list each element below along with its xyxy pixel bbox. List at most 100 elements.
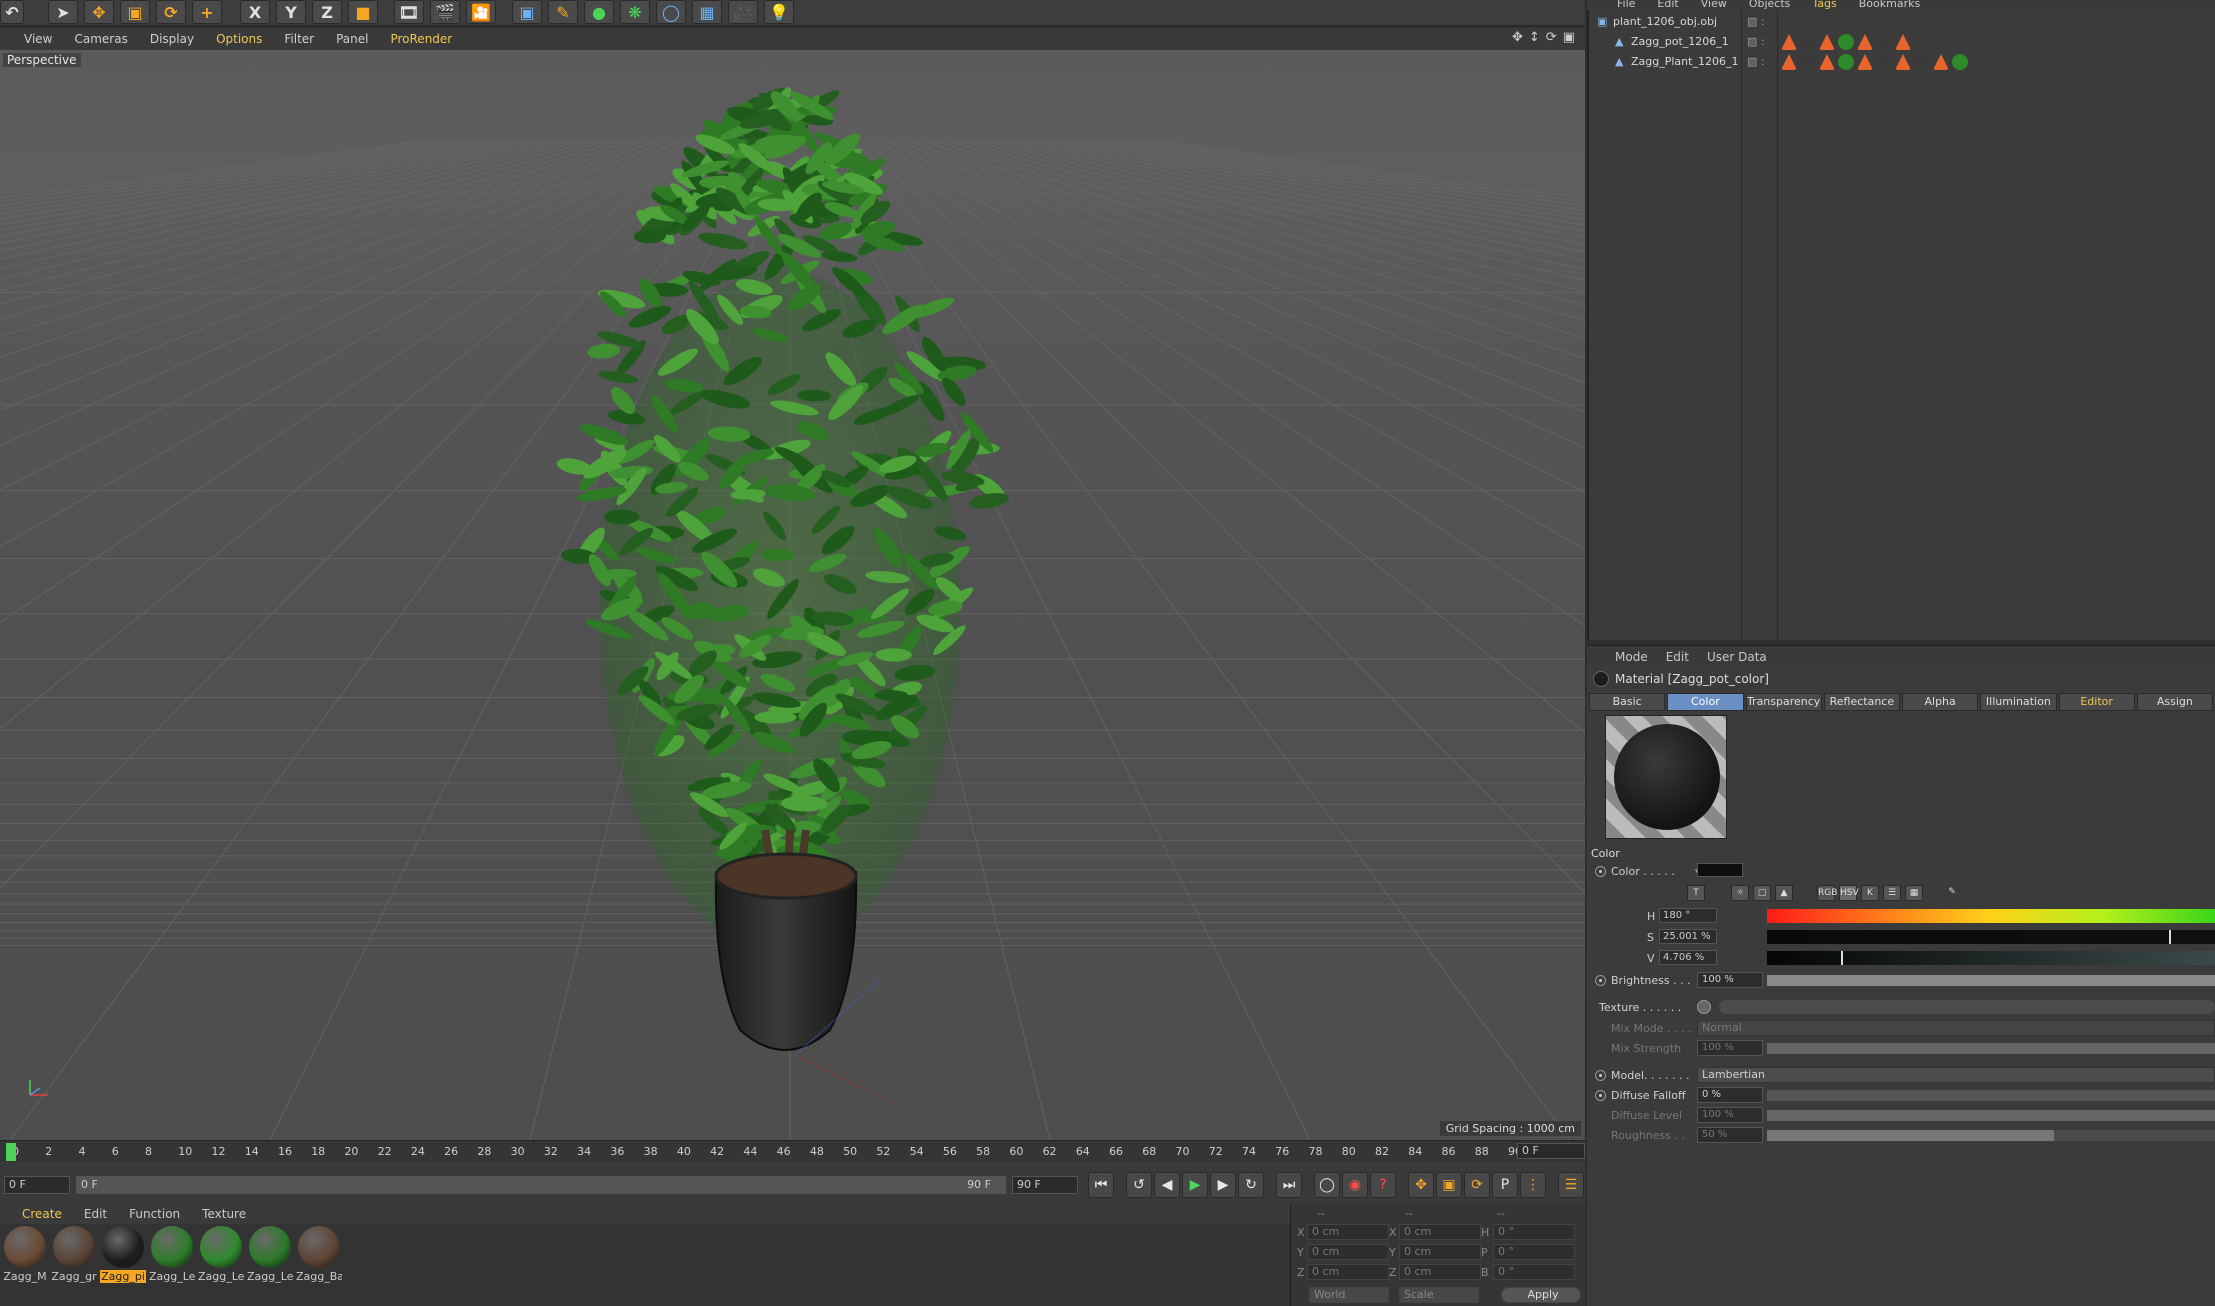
value-slider[interactable]: [1767, 951, 2215, 965]
add-icon[interactable]: +: [192, 0, 222, 24]
saturation-slider[interactable]: [1767, 930, 2215, 944]
coord-system-icon[interactable]: ■: [348, 0, 378, 24]
texture-slot[interactable]: [1719, 1000, 2215, 1014]
rotate-icon[interactable]: ⟳: [156, 0, 186, 24]
menu-mode[interactable]: Mode: [1615, 650, 1648, 664]
diffuse-falloff-field[interactable]: 0 %: [1697, 1087, 1763, 1103]
menu-file[interactable]: File: [1617, 0, 1635, 10]
y-axis-button[interactable]: Y: [276, 0, 306, 24]
zoom-icon[interactable]: ↕: [1529, 30, 1540, 45]
play-icon[interactable]: ▶: [1182, 1172, 1208, 1198]
color-swatch[interactable]: [1697, 863, 1743, 877]
material-tag-icon[interactable]: [1838, 54, 1854, 70]
material-item[interactable]: Zagg_Le: [247, 1226, 293, 1283]
menu-texture[interactable]: Texture: [202, 1207, 246, 1221]
render-settings-icon[interactable]: 🎦: [466, 0, 496, 24]
tab-transparency[interactable]: Transparency: [1745, 693, 1822, 711]
value-field[interactable]: 4.706 %: [1659, 950, 1717, 965]
color-wheel-icon[interactable]: ☼: [1731, 885, 1749, 901]
brightness-slider[interactable]: [1767, 975, 2215, 986]
material-tag-icon[interactable]: [1838, 34, 1854, 50]
rotation-field[interactable]: 0 °: [1493, 1224, 1575, 1240]
texture-icon[interactable]: T: [1687, 885, 1705, 901]
menu-objects[interactable]: Objects: [1749, 0, 1791, 10]
phong-tag-icon[interactable]: [1895, 54, 1911, 70]
rotation-field[interactable]: 0 °: [1493, 1244, 1575, 1260]
menu-panel[interactable]: Panel: [336, 32, 368, 46]
mix-strength-field[interactable]: 100 %: [1697, 1040, 1763, 1056]
deformer-icon[interactable]: ◯: [656, 0, 686, 24]
key-position-icon[interactable]: ✥: [1408, 1172, 1434, 1198]
eyedropper-icon[interactable]: ✎: [1943, 885, 1961, 901]
menu-user-data[interactable]: User Data: [1707, 650, 1767, 664]
preview-range-slider[interactable]: 0 F 90 F: [76, 1176, 1006, 1194]
key-rotation-icon[interactable]: ⟳: [1464, 1172, 1490, 1198]
animate-icon[interactable]: [1595, 1070, 1606, 1081]
move-icon[interactable]: ✥: [84, 0, 114, 24]
position-field[interactable]: 0 cm: [1307, 1264, 1389, 1280]
pan-icon[interactable]: ✥: [1512, 30, 1523, 45]
phong-tag-icon[interactable]: [1895, 34, 1911, 50]
picture-icon[interactable]: ▲: [1775, 885, 1793, 901]
menu-display[interactable]: Display: [150, 32, 194, 46]
roughness-slider[interactable]: [1767, 1130, 2215, 1141]
phong-tag-icon[interactable]: [1857, 54, 1873, 70]
prev-key-icon[interactable]: ↺: [1126, 1172, 1152, 1198]
select-icon[interactable]: ➤: [48, 0, 78, 24]
diffuse-level-field[interactable]: 100 %: [1697, 1107, 1763, 1123]
animate-icon[interactable]: [1595, 975, 1606, 986]
menu-view[interactable]: View: [24, 32, 52, 46]
keyframe-selection-icon[interactable]: ?: [1370, 1172, 1396, 1198]
next-frame-icon[interactable]: ▶: [1210, 1172, 1236, 1198]
animate-icon[interactable]: [1595, 1090, 1606, 1101]
render-view-icon[interactable]: 🎞: [394, 0, 424, 24]
phong-tag-icon[interactable]: [1819, 54, 1835, 70]
menu-view[interactable]: View: [1701, 0, 1727, 10]
size-field[interactable]: 0 cm: [1399, 1264, 1481, 1280]
object-name[interactable]: Zagg_Plant_1206_1: [1631, 55, 1738, 68]
phong-tag-icon[interactable]: [1933, 54, 1949, 70]
perspective-viewport[interactable]: Perspective Grid Spacing : 1000 cm: [0, 50, 1585, 1140]
prev-frame-icon[interactable]: ◀: [1154, 1172, 1180, 1198]
menu-tags[interactable]: Tags: [1812, 0, 1836, 10]
model-dropdown[interactable]: Lambertian: [1697, 1067, 2215, 1083]
phong-tag-icon[interactable]: [1857, 34, 1873, 50]
timeline-ruler[interactable]: 0246810121416182022242628303234363840424…: [0, 1140, 1585, 1162]
phong-tag-icon[interactable]: [1781, 34, 1797, 50]
material-item[interactable]: Zagg_pi: [100, 1226, 146, 1283]
menu-cameras[interactable]: Cameras: [74, 32, 127, 46]
playhead[interactable]: [6, 1143, 16, 1161]
position-field[interactable]: 0 cm: [1307, 1224, 1389, 1240]
key-param-icon[interactable]: P: [1492, 1172, 1518, 1198]
z-axis-button[interactable]: Z: [312, 0, 342, 24]
menu-prorender[interactable]: ProRender: [390, 32, 452, 46]
material-tag-icon[interactable]: [1914, 54, 1930, 70]
tab-illumination[interactable]: Illumination: [1980, 693, 2057, 711]
timeline-layout-icon[interactable]: ☰: [1558, 1172, 1584, 1198]
rgb-icon[interactable]: RGB: [1817, 885, 1837, 901]
hsv-icon[interactable]: HSV: [1839, 885, 1859, 901]
material-tag-icon[interactable]: [1952, 54, 1968, 70]
size-field[interactable]: 0 cm: [1399, 1224, 1481, 1240]
orbit-icon[interactable]: ⟳: [1546, 30, 1557, 45]
position-field[interactable]: 0 cm: [1307, 1244, 1389, 1260]
scale-icon[interactable]: ▣: [120, 0, 150, 24]
material-item[interactable]: Zagg_gr: [51, 1226, 97, 1283]
material-item[interactable]: Zagg_Ba: [296, 1226, 342, 1283]
light-icon[interactable]: 💡: [764, 0, 794, 24]
size-field[interactable]: 0 cm: [1399, 1244, 1481, 1260]
autokey-icon[interactable]: ◉: [1342, 1172, 1368, 1198]
menu-options[interactable]: Options: [216, 32, 262, 46]
world-dropdown[interactable]: World: [1309, 1287, 1389, 1303]
material-tag-icon[interactable]: [1876, 34, 1892, 50]
roughness-field[interactable]: 50 %: [1697, 1127, 1763, 1143]
menu-create[interactable]: Create: [22, 1207, 62, 1221]
key-scale-icon[interactable]: ▣: [1436, 1172, 1462, 1198]
diffuse-level-slider[interactable]: [1767, 1110, 2215, 1121]
phong-tag-icon[interactable]: [1781, 54, 1797, 70]
x-axis-button[interactable]: X: [240, 0, 270, 24]
start-frame-field[interactable]: 0 F: [4, 1176, 70, 1194]
material-tag-icon[interactable]: [1800, 34, 1816, 50]
rotation-field[interactable]: 0 °: [1493, 1264, 1575, 1280]
end-frame-field[interactable]: 90 F: [1012, 1176, 1078, 1194]
